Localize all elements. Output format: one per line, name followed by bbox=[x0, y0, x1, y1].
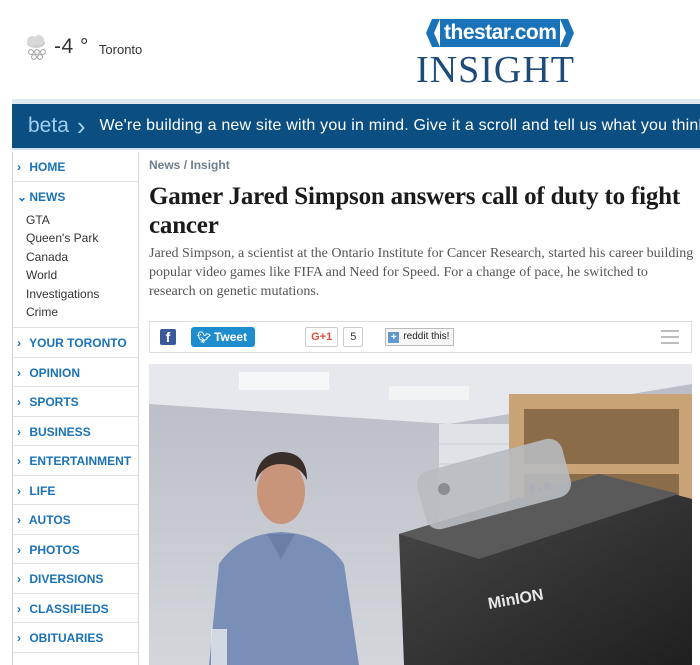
chevron-down-icon: ⌄ bbox=[17, 189, 28, 204]
chevron-right-icon: › bbox=[17, 454, 21, 469]
chevron-right-icon: › bbox=[17, 424, 21, 439]
chevron-right-icon: › bbox=[17, 395, 21, 410]
beta-message: We're building a new site with you in mi… bbox=[99, 117, 700, 134]
beta-banner[interactable]: beta › We're building a new site with yo… bbox=[12, 104, 700, 150]
google-plus-button[interactable]: G+1 bbox=[305, 327, 339, 347]
article-photo: MinION bbox=[149, 364, 692, 665]
nav-home[interactable]: › HOME bbox=[13, 152, 138, 182]
chevron-right-icon: › bbox=[17, 483, 21, 498]
nav-classifieds[interactable]: › CLASSIFIEDS bbox=[13, 594, 138, 624]
thestar-banner: thestar.com bbox=[426, 18, 596, 48]
share-bar: f 🐦︎ Tweet G+1 5 + reddit this! bbox=[149, 321, 692, 353]
reddit-label: reddit this! bbox=[403, 331, 450, 342]
chevron-right-icon: › bbox=[17, 365, 21, 380]
nav-sub-canada[interactable]: Canada bbox=[13, 248, 138, 266]
chevron-right-icon: › bbox=[17, 160, 21, 174]
twitter-bird-icon: 🐦︎ bbox=[197, 332, 211, 344]
chevron-right-icon: › bbox=[17, 601, 21, 616]
reddit-button[interactable]: + reddit this! bbox=[385, 328, 455, 346]
nav-label: CLASSIFIEDS bbox=[29, 601, 109, 616]
nav-sub-investigations[interactable]: Investigations bbox=[13, 285, 138, 303]
google-plus-count: 5 bbox=[343, 327, 364, 347]
chevron-right-icon bbox=[560, 19, 575, 47]
beta-label: beta bbox=[28, 114, 69, 137]
chevron-right-icon: › bbox=[17, 542, 21, 557]
sidebar-nav: › HOME ⌄ NEWS GTA Queen's Park Canada Wo… bbox=[12, 152, 139, 665]
nav-photos[interactable]: › PHOTOS bbox=[13, 535, 138, 565]
nav-label: NEWS bbox=[29, 189, 66, 204]
article-headline: Gamer Jared Simpson answers call of duty… bbox=[149, 183, 680, 239]
nav-opinion[interactable]: › OPINION bbox=[13, 358, 138, 388]
brand-name: thestar.com bbox=[440, 19, 561, 47]
article: News / Insight Gamer Jared Simpson answe… bbox=[149, 152, 694, 665]
nav-label: OPINION bbox=[29, 365, 81, 380]
snow-cloud-icon bbox=[27, 35, 46, 60]
nav-label: OBITUARIES bbox=[29, 631, 104, 646]
breadcrumb-news[interactable]: News bbox=[149, 158, 180, 172]
nav-obituaries[interactable]: › OBITUARIES bbox=[13, 623, 138, 653]
nav-diversions[interactable]: › DIVERSIONS bbox=[13, 564, 138, 594]
nav-sub-world[interactable]: World bbox=[13, 266, 138, 284]
nav-label: ENTERTAINMENT bbox=[29, 454, 132, 469]
nav-entertainment[interactable]: › ENTERTAINMENT bbox=[13, 446, 138, 476]
temperature: -4 ° bbox=[54, 35, 89, 58]
weather-city: Toronto bbox=[98, 41, 143, 57]
nav-your-toronto[interactable]: › YOUR TORONTO bbox=[13, 328, 138, 358]
nav-label: HOME bbox=[29, 160, 66, 174]
nav-news-group: ⌄ NEWS GTA Queen's Park Canada World Inv… bbox=[13, 182, 138, 329]
chevron-right-icon: › bbox=[17, 631, 21, 646]
reddit-plus-icon: + bbox=[388, 331, 400, 343]
nav-label: YOUR TORONTO bbox=[29, 336, 127, 351]
article-deck: Jared Simpson, a scientist at the Ontari… bbox=[149, 246, 694, 299]
nav-label: AUTOS bbox=[28, 513, 71, 528]
nav-sub-gta[interactable]: GTA bbox=[13, 211, 138, 229]
chevron-right-icon: › bbox=[17, 336, 21, 351]
nav-label: DIVERSIONS bbox=[29, 572, 104, 587]
breadcrumb-insight[interactable]: Insight bbox=[190, 158, 229, 172]
section-title: INSIGHT bbox=[416, 49, 575, 91]
menu-icon[interactable] bbox=[661, 330, 679, 344]
nav-autos[interactable]: › AUTOS bbox=[13, 505, 138, 535]
tweet-button[interactable]: 🐦︎ Tweet bbox=[191, 327, 256, 347]
nav-sports[interactable]: › SPORTS bbox=[13, 387, 138, 417]
nav-label: LIFE bbox=[29, 483, 56, 498]
nav-news[interactable]: ⌄ NEWS bbox=[13, 182, 138, 212]
tweet-label: Tweet bbox=[213, 330, 248, 344]
nav-sub-queens-park[interactable]: Queen's Park bbox=[13, 229, 138, 247]
nav-label: SPORTS bbox=[29, 395, 79, 410]
chevron-right-icon: › bbox=[17, 572, 21, 587]
chevron-right-icon: › bbox=[76, 111, 86, 141]
photo-illustration: MinION bbox=[149, 364, 692, 665]
nav-life[interactable]: › LIFE bbox=[13, 476, 138, 506]
weather-widget: -4 ° Toronto bbox=[24, 34, 142, 60]
chevron-right-icon: › bbox=[17, 513, 21, 528]
nav-sub-crime[interactable]: Crime bbox=[13, 303, 138, 321]
nav-business[interactable]: › BUSINESS bbox=[13, 417, 138, 447]
nav-label: PHOTOS bbox=[29, 542, 80, 557]
site-logo[interactable]: thestar.com INSIGHT bbox=[416, 18, 596, 90]
nav-label: BUSINESS bbox=[29, 424, 91, 439]
breadcrumb: News / Insight bbox=[149, 158, 694, 172]
chevron-left-icon bbox=[426, 19, 440, 47]
facebook-icon[interactable]: f bbox=[160, 329, 176, 345]
